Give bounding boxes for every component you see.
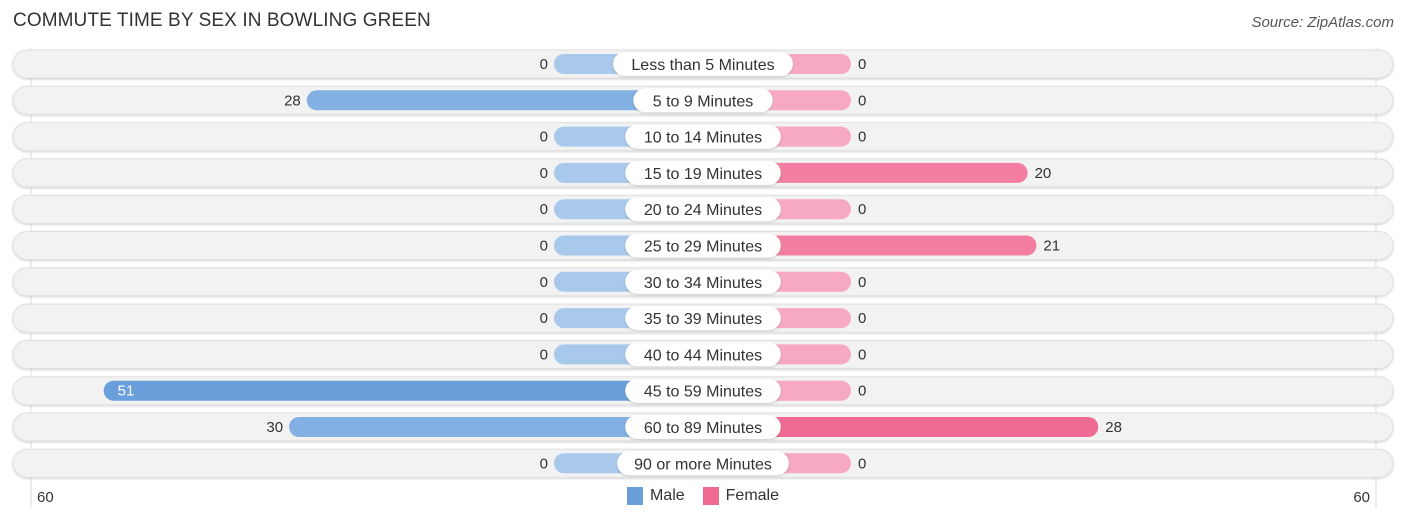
category-label: 15 to 19 Minutes xyxy=(644,166,762,183)
legend-swatch-male xyxy=(626,487,643,505)
value-label-male: 0 xyxy=(540,165,548,182)
value-label-female: 0 xyxy=(858,274,866,291)
category-label: 25 to 29 Minutes xyxy=(644,239,762,256)
value-label-female: 0 xyxy=(858,56,866,73)
category-label: 10 to 14 Minutes xyxy=(644,130,762,147)
value-label-male: 0 xyxy=(540,274,548,291)
category-label: 30 to 34 Minutes xyxy=(644,275,762,292)
legend: Male Female xyxy=(0,487,1406,505)
legend-label-female: Female xyxy=(725,487,780,504)
value-label-female: 20 xyxy=(1035,165,1052,182)
bar-male xyxy=(103,380,704,401)
value-label-male: 0 xyxy=(540,201,548,218)
legend-item-male[interactable]: Male xyxy=(626,487,685,505)
legend-item-female[interactable]: Female xyxy=(702,487,780,505)
value-label-female: 0 xyxy=(858,92,866,109)
chart-canvas: 0 0 Less than 5 Minutes 28 0 5 to 9 Minutes 0 0… xyxy=(12,48,1394,508)
value-label-male: 30 xyxy=(266,419,283,436)
legend-label-male: Male xyxy=(649,487,685,504)
value-label-male: 0 xyxy=(540,238,548,255)
value-label-male: 0 xyxy=(540,129,548,146)
category-label: 90 or more Minutes xyxy=(634,456,772,473)
category-label: 40 to 44 Minutes xyxy=(644,347,762,364)
category-label: 60 to 89 Minutes xyxy=(644,420,762,437)
value-label-female: 0 xyxy=(858,455,866,472)
value-label-male: 0 xyxy=(540,56,548,73)
value-label-male: 51 xyxy=(118,383,135,400)
value-label-female: 28 xyxy=(1105,419,1122,436)
category-label: 35 to 39 Minutes xyxy=(644,311,762,328)
value-label-male: 0 xyxy=(540,310,548,327)
value-label-male: 28 xyxy=(284,92,301,109)
category-label: 45 to 59 Minutes xyxy=(644,384,762,401)
value-label-female: 0 xyxy=(858,346,866,363)
category-label: Less than 5 Minutes xyxy=(631,57,774,74)
value-label-female: 0 xyxy=(858,201,866,218)
category-label: 5 to 9 Minutes xyxy=(653,93,754,110)
value-label-male: 0 xyxy=(540,346,548,363)
category-label: 20 to 24 Minutes xyxy=(644,202,762,219)
value-label-female: 21 xyxy=(1043,238,1060,255)
value-label-male: 0 xyxy=(540,455,548,472)
value-label-female: 0 xyxy=(858,310,866,327)
value-label-female: 0 xyxy=(858,129,866,146)
legend-swatch-female xyxy=(702,487,719,505)
value-label-female: 0 xyxy=(858,383,866,400)
